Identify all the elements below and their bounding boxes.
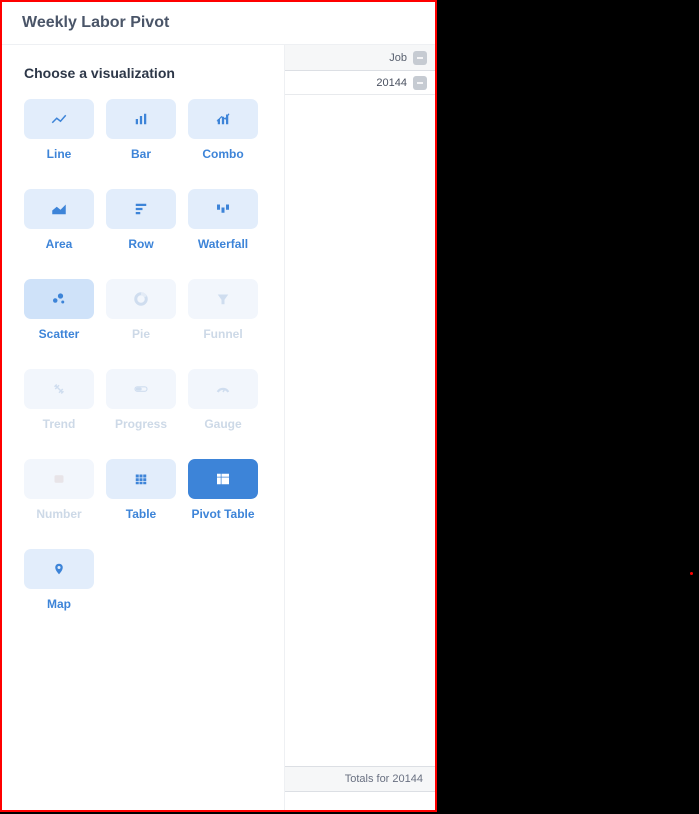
viz-label: Table <box>126 507 156 521</box>
table-icon <box>131 470 151 488</box>
viz-option-funnel: Funnel <box>188 279 258 341</box>
viz-section-title: Choose a visualization <box>24 65 264 81</box>
viz-label: Line <box>47 147 72 161</box>
gauge-icon <box>213 380 233 398</box>
pivot-body <box>285 95 435 766</box>
viz-label: Trend <box>43 417 76 431</box>
app-frame: Weekly Labor Pivot Choose a visualizatio… <box>0 0 437 812</box>
collapse-icon[interactable] <box>413 51 427 65</box>
area-icon <box>49 200 69 218</box>
content: Choose a visualization Line <box>2 45 435 810</box>
annotation-dot <box>690 572 693 575</box>
viz-option-table[interactable]: Table <box>106 459 176 521</box>
viz-label: Funnel <box>203 327 242 341</box>
viz-label: Scatter <box>39 327 80 341</box>
viz-option-gauge: Gauge <box>188 369 258 431</box>
viz-option-waterfall[interactable]: Waterfall <box>188 189 258 251</box>
pie-icon <box>131 290 151 308</box>
funnel-icon <box>213 290 233 308</box>
totals-label: Totals for 20144 <box>345 773 423 785</box>
viz-label: Waterfall <box>198 237 248 251</box>
pivot-preview: Job 20144 Totals for 20144 <box>285 45 435 810</box>
number-icon <box>49 470 69 488</box>
viz-option-map[interactable]: Map <box>24 549 94 611</box>
viz-label: Bar <box>131 147 151 161</box>
waterfall-icon <box>213 200 233 218</box>
viz-label: Map <box>47 597 71 611</box>
viz-option-bar[interactable]: Bar <box>106 99 176 161</box>
combo-icon <box>213 110 233 128</box>
viz-label: Pie <box>132 327 150 341</box>
viz-label: Pivot Table <box>191 507 254 521</box>
pivot-row[interactable]: 20144 <box>285 71 435 95</box>
viz-label: Row <box>128 237 153 251</box>
viz-grid: Line Bar <box>24 99 264 611</box>
viz-option-area[interactable]: Area <box>24 189 94 251</box>
pivot-totals-row: Totals for 20144 <box>285 766 435 792</box>
viz-option-line[interactable]: Line <box>24 99 94 161</box>
viz-label: Combo <box>202 147 243 161</box>
viz-label: Area <box>46 237 73 251</box>
column-header-label: Job <box>389 52 407 64</box>
viz-option-progress: Progress <box>106 369 176 431</box>
trend-icon <box>49 380 69 398</box>
viz-label: Number <box>36 507 81 521</box>
pivot-table-icon <box>213 470 233 488</box>
viz-option-pie: Pie <box>106 279 176 341</box>
collapse-icon[interactable] <box>413 76 427 90</box>
viz-option-number: Number <box>24 459 94 521</box>
viz-option-trend: Trend <box>24 369 94 431</box>
visualization-panel: Choose a visualization Line <box>2 45 285 810</box>
viz-option-combo[interactable]: Combo <box>188 99 258 161</box>
pivot-row-value: 20144 <box>376 77 407 89</box>
page-title: Weekly Labor Pivot <box>22 14 415 32</box>
scatter-icon <box>49 290 69 308</box>
header: Weekly Labor Pivot <box>2 2 435 45</box>
progress-icon <box>131 380 151 398</box>
bar-icon <box>131 110 151 128</box>
line-icon <box>49 110 69 128</box>
viz-option-pivot-table[interactable]: Pivot Table <box>188 459 258 521</box>
footer-gap <box>285 792 435 810</box>
viz-option-row[interactable]: Row <box>106 189 176 251</box>
viz-label: Progress <box>115 417 167 431</box>
viz-option-scatter[interactable]: Scatter <box>24 279 94 341</box>
pivot-column-header[interactable]: Job <box>285 45 435 71</box>
map-icon <box>49 560 69 578</box>
row-icon <box>131 200 151 218</box>
viz-label: Gauge <box>204 417 241 431</box>
